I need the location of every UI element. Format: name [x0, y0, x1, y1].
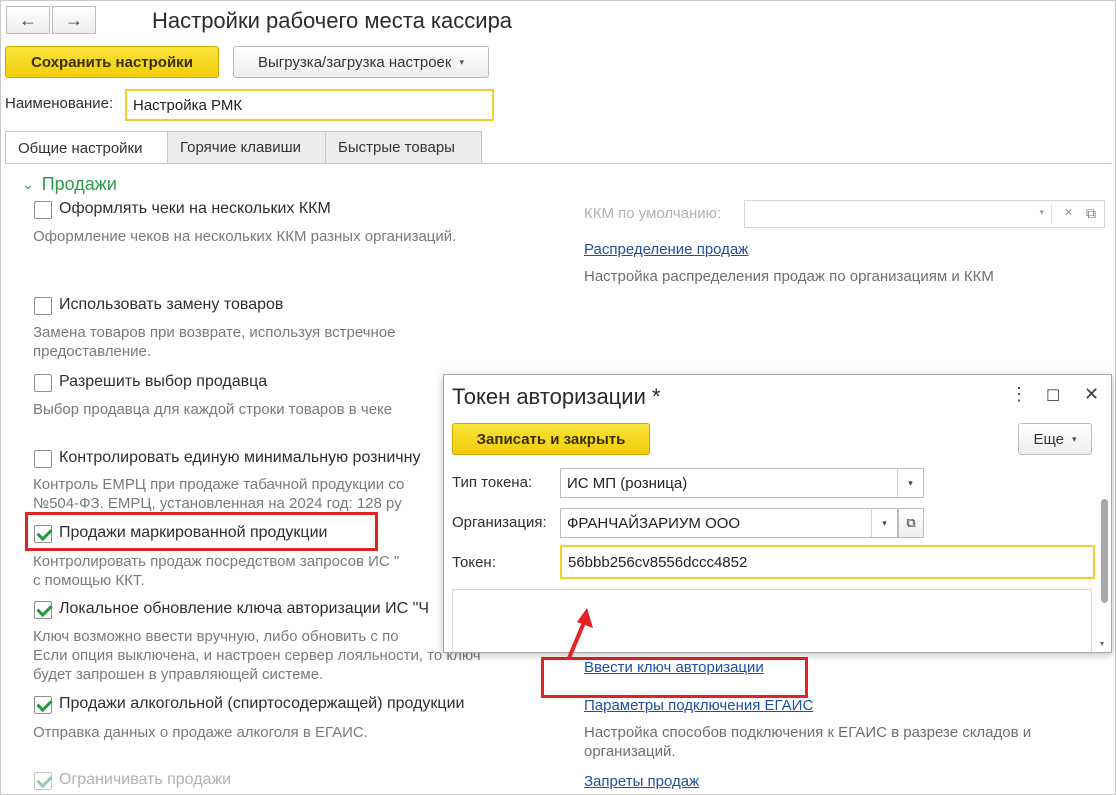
- token-label: Токен:: [452, 554, 496, 571]
- setting-description: Контроль ЕМРЦ при продаже табачной проду…: [33, 476, 405, 493]
- setting-label: Разрешить выбор продавца: [59, 373, 268, 390]
- setting-label: Продажи алкогольной (спиртосодержащей) п…: [59, 695, 465, 712]
- close-icon[interactable]: ✕: [1084, 384, 1099, 405]
- dialog-title: Токен авторизации *: [452, 384, 661, 409]
- setting-label: Ограничивать продажи: [59, 771, 232, 788]
- open-icon: ⧉: [906, 515, 916, 530]
- egais-params-link[interactable]: Параметры подключения ЕГАИС: [584, 697, 813, 714]
- sales-distribution-desc: Настройка распределения продаж по органи…: [584, 268, 994, 285]
- tab-general[interactable]: Общие настройки: [5, 131, 168, 164]
- egais-desc: Настройка способов подключения к ЕГАИС в…: [584, 724, 1032, 760]
- dropdown-arrow-icon[interactable]: ▾: [1039, 207, 1044, 218]
- org-value: ФРАНЧАЙЗАРИУМ ООО: [567, 514, 741, 532]
- default-kkm-label: ККМ по умолчанию:: [584, 205, 722, 222]
- setting-description: Оформление чеков на нескольких ККМ разны…: [33, 228, 457, 245]
- checkbox-replace-goods[interactable]: [34, 297, 52, 315]
- save-settings-button[interactable]: Сохранить настройки: [5, 46, 219, 78]
- setting-description: Выбор продавца для каждой строки товаров…: [33, 401, 393, 418]
- more-label: Еще: [1033, 430, 1064, 448]
- divider: [1051, 204, 1052, 224]
- export-import-button[interactable]: Выгрузка/загрузка настроек ▾: [233, 46, 489, 78]
- name-input[interactable]: Настройка РМК: [125, 89, 494, 121]
- dropdown-arrow-icon: ▾: [1072, 433, 1077, 444]
- setting-description: Если опция выключена, и настроен сервер …: [33, 647, 481, 664]
- dropdown-arrow-icon[interactable]: ▾: [897, 469, 923, 497]
- section-title: Продажи: [41, 174, 117, 194]
- setting-label: Локальное обновление ключа авторизации И…: [59, 600, 430, 617]
- name-label: Наименование:: [5, 95, 114, 112]
- setting-label: Контролировать единую минимальную рознич…: [59, 449, 421, 466]
- setting-description: Контролировать продаж посредством запрос…: [33, 553, 400, 570]
- setting-label: Использовать замену товаров: [59, 296, 284, 313]
- export-import-label: Выгрузка/загрузка настроек: [258, 53, 452, 71]
- checkbox-local-key-update[interactable]: [34, 601, 52, 619]
- clear-icon[interactable]: ×: [1064, 204, 1073, 221]
- annotation-arrow-icon: [567, 608, 593, 660]
- page-title: Настройки рабочего места кассира: [152, 8, 513, 33]
- dropdown-arrow-icon[interactable]: ▾: [871, 509, 897, 537]
- setting-label: Оформлять чеки на нескольких ККМ: [59, 200, 331, 217]
- sales-distribution-link[interactable]: Распределение продаж: [584, 241, 748, 258]
- token-type-label: Тип токена:: [452, 474, 533, 491]
- more-vertical-icon[interactable]: ⋮: [1010, 384, 1028, 405]
- checkbox-alcohol-sales[interactable]: [34, 696, 52, 714]
- arrow-left-icon: ←: [19, 9, 37, 30]
- dialog-scrollbar[interactable]: ▾: [1100, 495, 1109, 648]
- checkbox-restrict-sales[interactable]: [34, 772, 52, 790]
- open-icon[interactable]: ⧉: [1086, 205, 1096, 222]
- chevron-down-icon: ⌄: [22, 176, 34, 192]
- sales-bans-link[interactable]: Запреты продаж: [584, 773, 699, 790]
- write-close-button[interactable]: Записать и закрыть: [452, 423, 650, 455]
- back-button[interactable]: ←: [6, 6, 50, 34]
- setting-description: Ключ возможно ввести вручную, либо обнов…: [33, 628, 399, 645]
- forward-button[interactable]: →: [52, 6, 96, 34]
- scroll-thumb[interactable]: [1101, 499, 1108, 603]
- checkbox-multi-kkm[interactable]: [34, 201, 52, 219]
- auth-token-dialog: Токен авторизации * ⋮ ☐ ✕ Записать и зак…: [443, 374, 1112, 653]
- maximize-icon[interactable]: ☐: [1046, 386, 1060, 406]
- dropdown-arrow-icon: ▾: [459, 56, 464, 67]
- setting-description: Замена товаров при возврате, используя в…: [33, 324, 396, 360]
- scroll-down-icon[interactable]: ▾: [1100, 639, 1104, 648]
- token-details-area: [452, 589, 1092, 652]
- default-kkm-select[interactable]: ▾ × ⧉: [744, 200, 1105, 228]
- more-button[interactable]: Еще ▾: [1018, 423, 1092, 455]
- token-input[interactable]: 56bbb256cv8556dccc4852: [560, 545, 1095, 579]
- section-sales-header[interactable]: ⌄ Продажи: [22, 174, 117, 195]
- checkbox-emrc-control[interactable]: [34, 450, 52, 468]
- setting-description: будет запрошен в управляющей системе.: [33, 666, 324, 683]
- setting-description: №504-ФЗ. ЕМРЦ, установленная на 2024 год…: [33, 495, 402, 512]
- highlight-marked-goods: [25, 512, 378, 551]
- token-type-value: ИС МП (розница): [567, 474, 688, 492]
- arrow-right-icon: →: [65, 9, 83, 30]
- setting-description: с помощью ККТ.: [33, 572, 145, 589]
- tab-quick-goods[interactable]: Быстрые товары: [325, 131, 482, 163]
- org-select[interactable]: ФРАНЧАЙЗАРИУМ ООО ▾: [560, 508, 898, 538]
- setting-description: Отправка данных о продаже алкоголя в ЕГА…: [33, 724, 368, 741]
- tab-divider: [5, 163, 1111, 164]
- checkbox-choose-seller[interactable]: [34, 374, 52, 392]
- token-type-select[interactable]: ИС МП (розница) ▾: [560, 468, 924, 498]
- open-org-button[interactable]: ⧉: [898, 508, 924, 538]
- tab-hotkeys[interactable]: Горячие клавиши: [167, 131, 326, 163]
- org-label: Организация:: [452, 514, 547, 531]
